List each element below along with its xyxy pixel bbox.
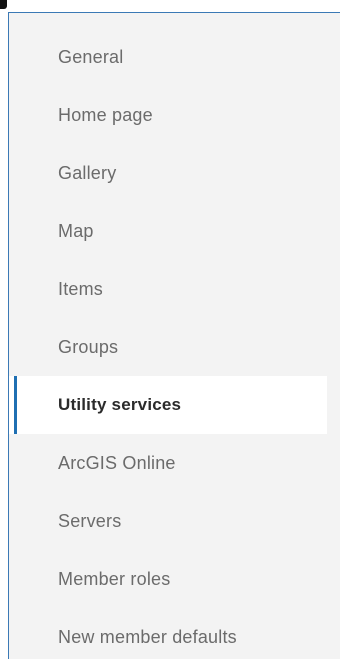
settings-sidebar: General Home page Gallery Map Items Grou… [8, 12, 340, 659]
sidebar-item-home-page[interactable]: Home page [9, 86, 340, 144]
top-left-mark [0, 0, 7, 9]
sidebar-item-label: Gallery [58, 162, 117, 183]
top-strip [0, 0, 340, 12]
sidebar-item-label: New member defaults [58, 626, 237, 647]
sidebar-item-label: Items [58, 278, 104, 299]
sidebar-item-label: Servers [58, 510, 122, 531]
sidebar-item-map[interactable]: Map [9, 202, 340, 260]
sidebar-item-label: Home page [58, 104, 153, 125]
sidebar-item-label: General [58, 46, 124, 67]
sidebar-item-general[interactable]: General [9, 28, 340, 86]
sidebar-item-gallery[interactable]: Gallery [9, 144, 340, 202]
sidebar-item-groups[interactable]: Groups [9, 318, 340, 376]
sidebar-item-utility-services[interactable]: Utility services [9, 376, 327, 434]
sidebar-item-member-roles[interactable]: Member roles [9, 550, 340, 608]
sidebar-item-servers[interactable]: Servers [9, 492, 340, 550]
sidebar-item-label: ArcGIS Online [58, 452, 176, 473]
sidebar-item-label: Groups [58, 336, 119, 357]
sidebar-item-arcgis-online[interactable]: ArcGIS Online [9, 434, 340, 492]
sidebar-item-items[interactable]: Items [9, 260, 340, 318]
sidebar-item-label: Member roles [58, 568, 171, 589]
settings-nav-list: General Home page Gallery Map Items Grou… [9, 28, 340, 666]
sidebar-item-new-member-defaults[interactable]: New member defaults [9, 608, 340, 666]
sidebar-item-label: Utility services [58, 395, 182, 414]
sidebar-item-label: Map [58, 220, 94, 241]
